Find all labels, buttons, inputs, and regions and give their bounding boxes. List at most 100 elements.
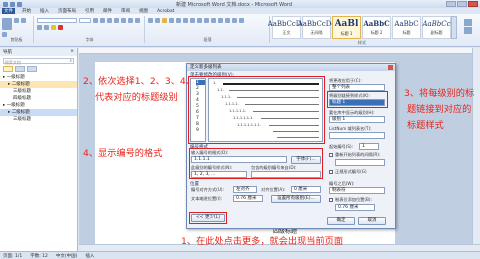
start-at-input[interactable]: 1 (359, 143, 379, 150)
show-marks-icon[interactable] (190, 18, 195, 23)
paragraph-group: 段落 (146, 16, 270, 43)
font-color-icon[interactable] (58, 25, 63, 30)
apply-to-select[interactable]: 整个列表 (329, 84, 385, 91)
quick-access-toolbar[interactable] (0, 1, 22, 7)
nav-heading[interactable]: 三级标题 (0, 88, 77, 95)
annotation-2-line1: 2、依次选择1、2、3、4、 (83, 76, 195, 87)
ribbon: 剪贴板 字体 段落 AaBbCcDc 正文 AaBbCcDc 无间隔 AaBl … (0, 14, 480, 47)
bold-icon[interactable] (114, 18, 119, 23)
tab-stop-input[interactable]: 0.76 厘米 (335, 204, 375, 211)
style-name: 标题 2 (370, 30, 383, 35)
style-heading-1[interactable]: AaBl 标题 1 (332, 16, 361, 39)
nav-heading[interactable]: ▸ 二级标题 (0, 109, 77, 116)
numbering-icon[interactable] (155, 18, 160, 23)
nav-tab-results[interactable] (27, 66, 37, 72)
line-spacing-icon[interactable] (225, 18, 230, 23)
bullets-icon[interactable] (148, 18, 153, 23)
paste-icon[interactable] (2, 18, 12, 30)
title-bar: 新建 Microsoft Word 文档.docx - Microsoft Wo… (0, 0, 480, 8)
restart-checkbox[interactable] (329, 153, 333, 157)
restart-select[interactable] (335, 159, 385, 166)
font-group-label: 字体 (85, 37, 94, 42)
font-name-box[interactable] (37, 18, 77, 23)
cut-icon[interactable] (14, 18, 19, 23)
style-normal[interactable]: AaBbCcDc 正文 (268, 16, 305, 39)
styles-gallery: AaBbCcDc 正文 AaBbCcDc 无间隔 AaBl 标题 1 AaBbC 标题 … (268, 16, 451, 39)
text-indent-label: 文本缩进位置(I): (191, 196, 223, 201)
borders-icon[interactable] (239, 18, 244, 23)
gallery-level-select[interactable]: 级别 1 (329, 116, 385, 123)
italic-icon[interactable] (121, 18, 126, 23)
dialog-close-button[interactable] (388, 65, 393, 70)
font-size-box[interactable] (79, 18, 91, 23)
style-title[interactable]: AaBbC 标题 (392, 16, 421, 39)
style-no-spacing[interactable]: AaBbCcDc 无间隔 (298, 16, 335, 39)
status-bar: 页面: 1/1 字数: 12 中文(中国) 插入 (0, 251, 480, 259)
tab-acrobat[interactable]: Acrobat (155, 9, 176, 14)
find-icon[interactable] (464, 19, 472, 26)
superscript-icon[interactable] (44, 25, 49, 30)
number-alignment-select[interactable]: 左对齐 (233, 186, 257, 193)
ok-button[interactable]: 确定 (327, 217, 355, 225)
nav-heading[interactable]: ▸ 一级标题 (0, 102, 77, 109)
align-right-icon[interactable] (211, 18, 216, 23)
status-insert-mode[interactable]: 插入 (85, 253, 94, 259)
maximize-button[interactable] (457, 1, 467, 7)
align-left-icon[interactable] (197, 18, 202, 23)
number-alignment-label: 编号对齐方式(U): (191, 187, 224, 192)
highlight-less-button (189, 212, 227, 224)
style-name: 无间隔 (310, 29, 323, 35)
nav-tab-pages[interactable] (15, 66, 25, 72)
status-language[interactable]: 中文(中国) (56, 253, 78, 259)
styles-scroll[interactable] (451, 16, 457, 39)
status-page[interactable]: 页面: 1/1 (3, 253, 22, 259)
sort-icon[interactable] (183, 18, 188, 23)
highlight-link-style (327, 91, 388, 108)
aligned-at-input[interactable]: 0 厘米 (291, 186, 321, 193)
strikethrough-icon[interactable] (135, 18, 140, 23)
style-sample: AaBbCc (422, 19, 451, 28)
status-words[interactable]: 字数: 12 (30, 253, 48, 259)
underline-icon[interactable] (128, 18, 133, 23)
style-subtitle[interactable]: AaBbCc 副标题 (422, 16, 451, 39)
shading-icon[interactable] (232, 18, 237, 23)
multilevel-list-icon[interactable] (162, 18, 167, 23)
copy-icon[interactable] (21, 18, 26, 23)
highlight-icon[interactable] (51, 25, 56, 30)
nav-heading[interactable]: ▸ 一级标题 (0, 74, 77, 81)
style-sample: AaBbCcDc (297, 19, 336, 28)
search-icon[interactable]: ⌕ (69, 59, 72, 64)
subscript-icon[interactable] (37, 25, 42, 30)
cancel-button[interactable]: 取消 (358, 217, 386, 225)
legal-numbering-checkbox[interactable] (329, 170, 333, 174)
minimize-button[interactable] (446, 1, 456, 7)
nav-search-input[interactable]: 搜索文档 ⌕ (3, 58, 74, 65)
text-indent-input[interactable]: 0.76 厘米 (233, 195, 263, 202)
decrease-indent-icon[interactable] (169, 18, 174, 23)
listnum-input[interactable] (329, 132, 385, 139)
nav-close-icon[interactable]: × (70, 49, 74, 55)
tab-stop-checkbox[interactable] (329, 198, 333, 202)
replace-icon[interactable] (464, 27, 472, 34)
follow-number-select[interactable]: 制表符 (329, 187, 385, 194)
set-all-levels-button[interactable]: 设置所有级别(E)... (271, 195, 321, 203)
style-sample: AaBbC (394, 19, 419, 28)
save-icon[interactable] (10, 1, 15, 7)
clear-format-icon[interactable] (107, 18, 112, 23)
nav-heading[interactable]: 四级标题 (0, 95, 77, 102)
vertical-scrollbar[interactable] (472, 48, 480, 244)
style-heading-2[interactable]: AaBbC 标题 2 (362, 16, 391, 39)
grow-font-icon[interactable] (93, 18, 98, 23)
legal-numbering-label: 正规形式编号(G) (335, 169, 367, 174)
nav-tab-headings[interactable] (3, 66, 13, 72)
close-button[interactable] (468, 1, 478, 7)
increase-indent-icon[interactable] (176, 18, 181, 23)
nav-heading[interactable]: ▸ 二级标题 (0, 81, 77, 88)
define-multilevel-list-dialog: 定义新多级列表 单击要修改的级别(V): 1 2 3 4 5 6 7 8 9 1… (186, 63, 396, 229)
nav-heading[interactable]: 三级标题 (0, 116, 77, 123)
shrink-font-icon[interactable] (100, 18, 105, 23)
justify-icon[interactable] (218, 18, 223, 23)
restart-label: 重新开始列表的间隔(R): (335, 152, 381, 157)
align-center-icon[interactable] (204, 18, 209, 23)
annotation-1: 1、在此处点击更多，就会出现当前页面 (181, 236, 344, 247)
